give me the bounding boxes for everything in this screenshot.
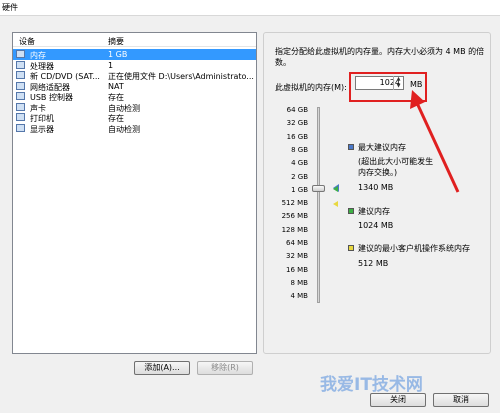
annotation-arrow-icon <box>410 90 460 193</box>
cancel-button[interactable]: 取消 <box>433 393 489 407</box>
close-button[interactable]: 关闭 <box>370 393 426 407</box>
watermark: 我爱IT技术网 <box>320 375 423 395</box>
